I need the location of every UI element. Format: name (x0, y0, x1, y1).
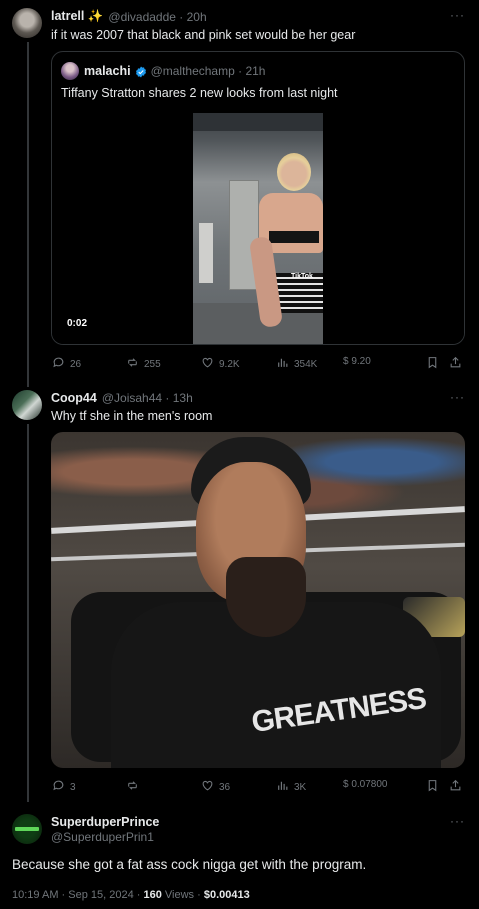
video-time: 0:02 (67, 318, 88, 329)
tweet-text: if it was 2007 that black and pink set w… (51, 28, 356, 42)
handle[interactable]: @Joisah44 · 13h (102, 391, 193, 405)
video-player[interactable]: TikTok 0:02 (52, 112, 464, 344)
views-icon (276, 779, 289, 795)
tweet-text: Because she got a fat ass cock nigga get… (12, 857, 367, 872)
reply-button[interactable]: 3 (52, 779, 76, 795)
share-icon (449, 779, 462, 795)
display-name[interactable]: Coop44 (51, 391, 97, 405)
thread-line (27, 42, 29, 387)
avatar[interactable] (12, 8, 42, 38)
more-icon[interactable]: ··· (450, 390, 465, 404)
like-icon (201, 356, 214, 372)
quote-header: malachi @malthechamp · 21h (84, 64, 265, 78)
quote-text: Tiffany Stratton shares 2 new looks from… (61, 86, 338, 100)
like-icon (201, 779, 214, 795)
display-name[interactable]: malachi (84, 64, 131, 78)
avatar[interactable] (61, 62, 79, 80)
more-icon[interactable]: ··· (450, 814, 465, 828)
video-frame: TikTok (193, 113, 323, 344)
repost-count: 255 (144, 358, 161, 370)
repost-icon (126, 356, 139, 372)
tweet-header: latrell ✨ @divadadde · 20h (51, 9, 207, 24)
quoted-tweet[interactable]: malachi @malthechamp · 21h Tiffany Strat… (51, 51, 465, 345)
bookmark-button[interactable] (426, 779, 439, 795)
bookmark-icon (426, 356, 439, 372)
thread-line (27, 424, 29, 802)
more-icon[interactable]: ··· (450, 8, 465, 22)
reply-button[interactable]: 26 (52, 356, 81, 372)
repost-button[interactable] (126, 779, 144, 795)
avatar[interactable] (12, 814, 42, 844)
handle[interactable]: @malthechamp · 21h (151, 64, 266, 78)
avatar[interactable] (12, 390, 42, 420)
share-icon (449, 356, 462, 372)
views-button[interactable]: 3K (276, 779, 306, 795)
reply-icon (52, 779, 65, 795)
like-button[interactable]: 9.2K (201, 356, 240, 372)
views-label: Views · (161, 889, 204, 901)
share-button[interactable] (449, 356, 462, 372)
like-button[interactable]: 36 (201, 779, 230, 795)
views-count: 354K (294, 358, 318, 370)
tip-amount[interactable]: $0.00413 (204, 889, 250, 901)
handle[interactable]: @SuperduperPrin1 (51, 830, 154, 844)
views-count: 3K (294, 781, 307, 793)
repost-button[interactable]: 255 (126, 356, 161, 372)
tweet-image[interactable]: GREATNESS (51, 432, 465, 768)
bookmark-icon (426, 779, 439, 795)
tweet-header: Coop44 @Joisah44 · 13h (51, 391, 193, 405)
tip-button[interactable]: $ 9.20 (343, 356, 371, 367)
handle[interactable]: @divadadde · 20h (108, 10, 206, 24)
tip-amount: $ 0.07800 (343, 779, 388, 790)
like-count: 36 (219, 781, 231, 793)
timestamp[interactable]: 10:19 AM · Sep 15, 2024 · (12, 889, 143, 901)
views-button[interactable]: 354K (276, 356, 317, 372)
bookmark-button[interactable] (426, 356, 439, 372)
display-name[interactable]: latrell ✨ (51, 9, 103, 24)
like-count: 9.2K (219, 358, 240, 370)
verified-icon (135, 65, 147, 78)
reply-count: 3 (70, 781, 76, 793)
tip-amount: $ 9.20 (343, 356, 371, 367)
tiktok-label: TikTok (291, 273, 313, 280)
views-icon (276, 356, 289, 372)
views-count: 160 (143, 889, 162, 901)
share-button[interactable] (449, 779, 462, 795)
display-name[interactable]: SuperduperPrince (51, 815, 159, 829)
reply-icon (52, 356, 65, 372)
tweet-text: Why tf she in the men's room (51, 409, 213, 423)
tweet-meta: 10:19 AM · Sep 15, 2024 · 160 Views · $0… (12, 889, 250, 901)
tip-button[interactable]: $ 0.07800 (343, 779, 388, 790)
reply-count: 26 (70, 358, 82, 370)
repost-icon (126, 779, 139, 795)
